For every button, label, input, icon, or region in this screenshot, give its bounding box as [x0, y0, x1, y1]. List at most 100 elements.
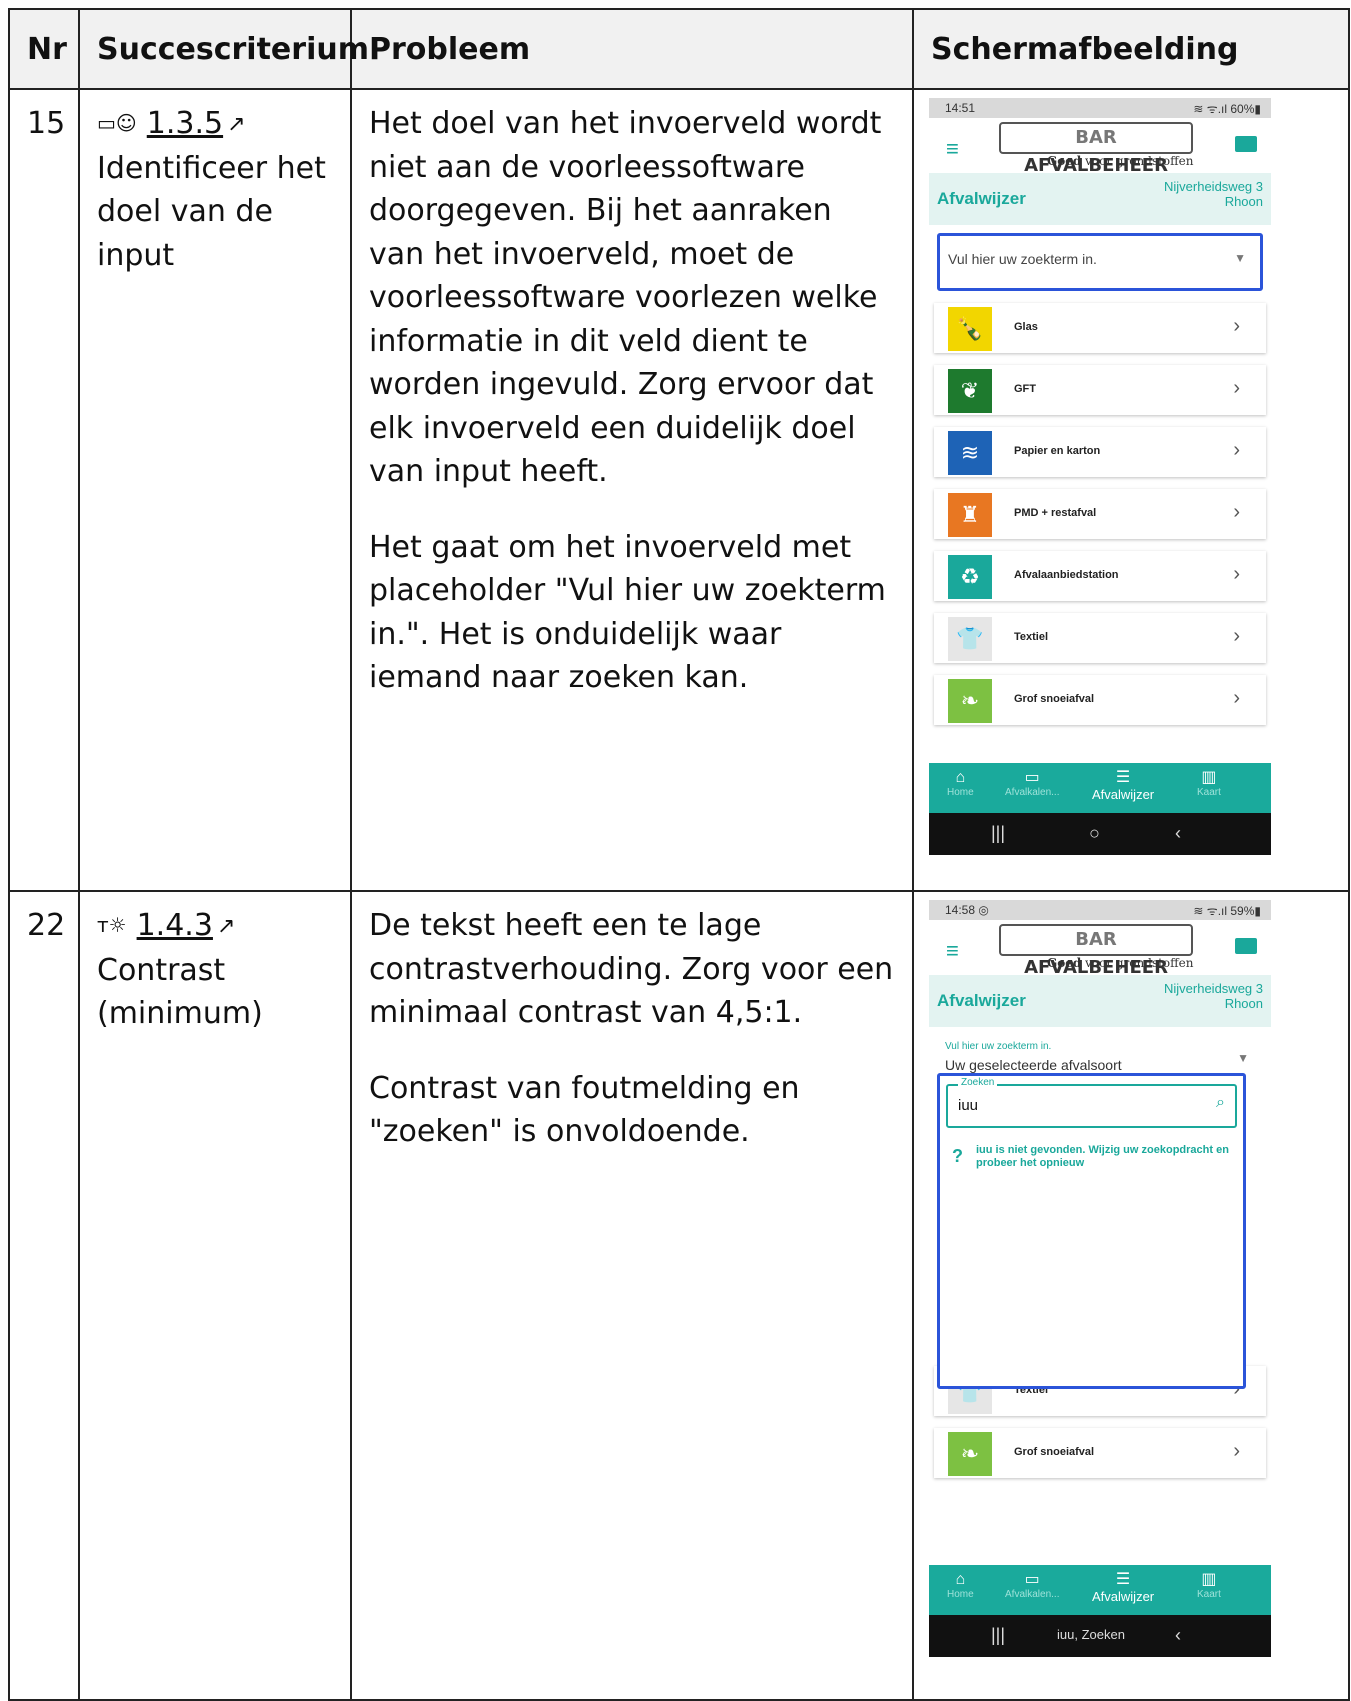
criterion-cell: ᴛ☼ 1.4.3 ↗ Contrast (minimum)	[78, 890, 352, 1701]
app-header: ≡ BAR AFVALBEHEER Goed voor grondstoffen	[929, 118, 1271, 176]
error-message: ? iuu is niet gevonden. Wijzig uw zoekop…	[952, 1144, 1229, 1169]
search-value: iuu	[958, 1097, 979, 1114]
recents-icon[interactable]: |||	[991, 823, 1005, 844]
banner-title: Afvalwijzer	[937, 189, 1026, 208]
tab-map[interactable]: ▥ Kaart	[1197, 769, 1221, 798]
tagline: Goed voor grondstoffen	[1047, 956, 1194, 970]
recents-icon[interactable]: |||	[991, 1625, 1005, 1646]
search-icon[interactable]: ⌕	[1216, 1094, 1225, 1112]
tab-home[interactable]: ⌂ Home	[947, 1571, 974, 1600]
category-label: PMD + restafval	[1014, 507, 1097, 519]
category-item[interactable]: ❦ GFT ›	[934, 365, 1266, 415]
tab-map[interactable]: ▥ Kaart	[1197, 1571, 1221, 1600]
criterion-cell: ▭☺ 1.3.5 ↗ Identificeer het doel van de in…	[78, 88, 352, 892]
header-row: Nr Succescriterium Probleem Schermafbeel…	[8, 8, 1350, 90]
problem-text: Het gaat om het invoerveld met placehold…	[369, 529, 886, 696]
search-list-icon: ☰	[1115, 769, 1131, 786]
criterion-link[interactable]: 1.4.3	[137, 908, 213, 943]
tab-calendar[interactable]: ▭ Afvalkalen...	[1005, 769, 1059, 798]
criterion-link[interactable]: 1.3.5	[147, 106, 223, 141]
status-bar: 14:58 ◎ ≋ ᯤ.ıl 59%▮	[929, 900, 1271, 920]
menu-icon[interactable]: ≡	[946, 938, 959, 964]
search-label: Zoeken	[958, 1077, 998, 1088]
category-item[interactable]: ❧ Grof snoeiafval ›	[934, 1428, 1266, 1478]
section-banner: Afvalwijzer Nijverheidsweg 3 Rhoon	[929, 975, 1271, 1027]
mail-icon[interactable]	[1235, 136, 1257, 152]
bottle-icon: 🍾	[948, 307, 992, 351]
header-criterion: Succescriterium	[78, 8, 369, 90]
address: Nijverheidsweg 3 Rhoon	[1164, 179, 1263, 209]
branch-icon: ❧	[948, 679, 992, 723]
category-label: Grof snoeiafval	[1014, 693, 1095, 705]
row-number: 22	[8, 890, 80, 1701]
logo: BAR AFVALBEHEER	[999, 122, 1193, 176]
status-time: 14:51	[945, 101, 976, 115]
map-icon: ▥	[1201, 769, 1217, 786]
category-item[interactable]: 🍾 Glas ›	[934, 303, 1266, 353]
address: Nijverheidsweg 3 Rhoon	[1164, 981, 1263, 1011]
select-label: Vul hier uw zoekterm in.	[945, 1041, 1052, 1052]
header-nr: Nr	[8, 8, 80, 90]
category-label: Glas	[1014, 321, 1038, 333]
screenreader-caption: iuu, Zoeken	[1057, 1627, 1125, 1642]
question-icon: ?	[952, 1146, 963, 1166]
home-icon: ⌂	[955, 769, 966, 786]
back-icon[interactable]: ‹	[1175, 823, 1181, 844]
problem-cell: De tekst heeft een te lage contrastverho…	[350, 890, 914, 1701]
tab-afvalwijzer[interactable]: ☰ Afvalwijzer	[1092, 769, 1154, 802]
chevron-down-icon: ▼	[1237, 1051, 1249, 1065]
header-problem: Probleem	[350, 8, 914, 90]
tab-home[interactable]: ⌂ Home	[947, 769, 974, 798]
back-icon[interactable]: ‹	[1175, 1625, 1181, 1646]
bottom-tab-bar: ⌂ Home ▭ Afvalkalen... ☰ Afvalwijzer ▥ Kaart	[929, 763, 1271, 813]
select-value: Uw geselecteerde afvalsoort	[945, 1057, 1122, 1073]
chevron-right-icon: ›	[1233, 1440, 1240, 1462]
logo: BAR AFVALBEHEER	[999, 924, 1193, 978]
system-nav-bar: ||| iuu, Zoeken ‹	[929, 1615, 1271, 1657]
chevron-right-icon: ›	[1233, 439, 1240, 461]
chevron-right-icon: ›	[1233, 687, 1240, 709]
criterion-name: Contrast (minimum)	[97, 952, 263, 1032]
input-purpose-icon: ▭☺	[97, 111, 137, 135]
category-item[interactable]: 👕 Textiel ›	[934, 613, 1266, 663]
category-label: Papier en karton	[1014, 445, 1101, 457]
problem-text: De tekst heeft een te lage contrastverho…	[369, 908, 894, 1030]
tab-calendar[interactable]: ▭ Afvalkalen...	[1005, 1571, 1059, 1600]
recycle-icon: ♻	[948, 555, 992, 599]
table-row: 22 ᴛ☼ 1.4.3 ↗ Contrast (minimum) De tekst …	[8, 890, 1350, 1701]
row-number: 15	[8, 88, 80, 892]
phone-screenshot: 14:51 ≋ ᯤ.ıl 60%▮ ≡ BAR AFVALBEHEER Goed…	[929, 98, 1271, 855]
status-icons: ≋ ᯤ.ıl 60%▮	[1193, 101, 1261, 116]
phone-screenshot: 14:58 ◎ ≋ ᯤ.ıl 59%▮ ≡ BAR AFVALBEHEER Go…	[929, 900, 1271, 1680]
search-input[interactable]: Zoeken iuu ⌕	[946, 1077, 1237, 1128]
search-popup: Zoeken iuu ⌕ ? iuu is niet gevonden. Wij…	[937, 1073, 1246, 1389]
category-item[interactable]: ❧ Grof snoeiafval ›	[934, 675, 1266, 725]
mail-icon[interactable]	[1235, 938, 1257, 954]
bottom-tab-bar: ⌂ Home ▭ Afvalkalen... ☰ Afvalwijzer ▥ Kaart	[929, 1565, 1271, 1615]
table-row: 15 ▭☺ 1.3.5 ↗ Identificeer het doel van de…	[8, 88, 1350, 892]
calendar-icon: ▭	[1024, 769, 1040, 786]
tagline: Goed voor grondstoffen	[1047, 154, 1194, 168]
calendar-icon: ▭	[1024, 1571, 1040, 1588]
criterion-name: Identificeer het doel van de input	[97, 150, 326, 273]
chevron-down-icon: ▼	[1234, 251, 1246, 265]
chevron-right-icon: ›	[1233, 377, 1240, 399]
category-item[interactable]: ♜ PMD + restafval ›	[934, 489, 1266, 539]
banner-title: Afvalwijzer	[937, 991, 1026, 1010]
branch-icon: ❧	[948, 1432, 992, 1476]
apple-core-icon: ❦	[948, 369, 992, 413]
menu-icon[interactable]: ≡	[946, 136, 959, 162]
search-list-icon: ☰	[1115, 1571, 1131, 1588]
home-button-icon[interactable]: ○	[1089, 823, 1100, 844]
app-header: ≡ BAR AFVALBEHEER Goed voor grondstoffen	[929, 920, 1271, 978]
status-icons: ≋ ᯤ.ıl 59%▮	[1193, 903, 1261, 918]
search-placeholder: Vul hier uw zoekterm in.	[948, 251, 1097, 267]
category-item[interactable]: ≋ Papier en karton ›	[934, 427, 1266, 477]
bag-icon: ♜	[948, 493, 992, 537]
tab-afvalwijzer[interactable]: ☰ Afvalwijzer	[1092, 1571, 1154, 1604]
category-label: GFT	[1014, 383, 1036, 395]
category-item[interactable]: ♻ Afvalaanbiedstation ›	[934, 551, 1266, 601]
audit-table: Nr Succescriterium Probleem Schermafbeel…	[8, 8, 1350, 1701]
chevron-right-icon: ›	[1233, 563, 1240, 585]
search-input[interactable]: Vul hier uw zoekterm in. ▼	[937, 233, 1263, 291]
